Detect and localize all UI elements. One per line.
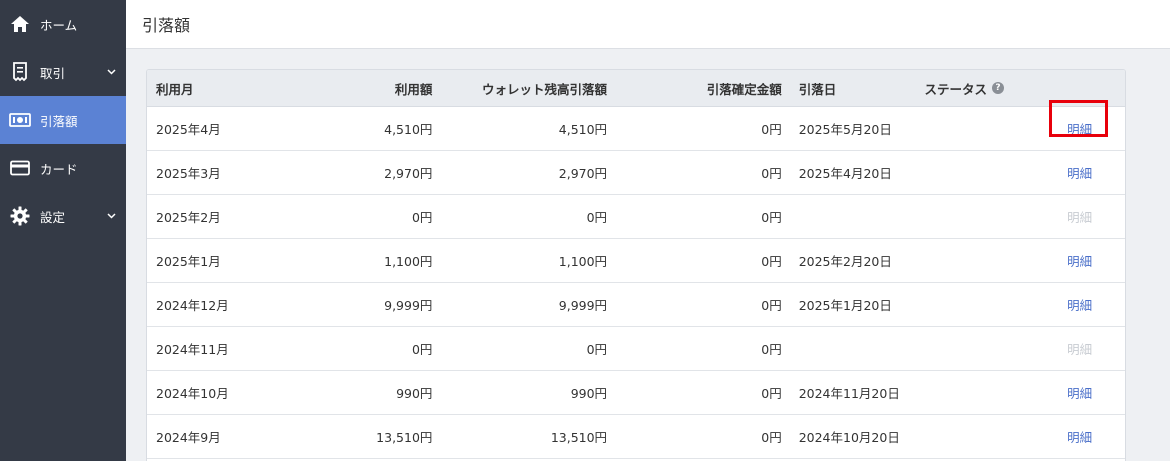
cell-month: 2025年1月 [156,254,221,269]
cell-month: 2024年12月 [156,298,229,313]
sidebar-item-label: 取引 [40,65,66,81]
cell-fixed-amount: 0円 [761,386,782,401]
sidebar-item-home[interactable]: ホーム [0,0,126,48]
cell-month: 2025年4月 [156,122,221,137]
cell-action: 明細 [1034,295,1125,314]
cell-fixed-amount: 0円 [761,342,782,357]
withdrawal-table: 利用月 利用額 ウォレット残高引落額 引落確定金額 引落日 ステータス ? 20… [146,69,1126,461]
sidebar: ホーム 取引 引落額 カード 設定 [0,0,126,461]
detail-link[interactable]: 明細 [1067,122,1092,137]
table-row: 2024年10月 990円 990円 0円 2024年11月20日 明細 [147,371,1125,415]
sidebar-item-label: カード [40,161,78,177]
receipt-icon [9,61,31,83]
cell-month: 2025年3月 [156,166,221,181]
cell-month: 2025年2月 [156,210,221,225]
table-row: 2025年2月 0円 0円 0円 明細 [147,195,1125,239]
cell-month: 2024年9月 [156,430,221,445]
detail-link: 明細 [1067,210,1093,225]
help-icon[interactable]: ? [991,82,1004,94]
cell-withdrawal-date: 2024年10月20日 [798,430,900,445]
table-row: 2025年1月 1,100円 1,100円 0円 2025年2月20日 明細 [147,239,1125,283]
cell-fixed-amount: 0円 [761,298,782,313]
table-row: 2024年9月 13,510円 13,510円 0円 2024年10月20日 明細 [147,415,1125,459]
cell-month: 2024年10月 [156,386,229,401]
cell-month: 2024年11月 [156,342,229,357]
table-row: 2025年3月 2,970円 2,970円 0円 2025年4月20日 明細 [147,151,1125,195]
cell-wallet-amount: 0円 [586,210,608,225]
cell-amount: 0円 [411,342,433,357]
sidebar-item-label: 引落額 [40,113,78,129]
column-header-fixed-amount: 引落確定金額 [706,81,782,97]
table-header-row: 利用月 利用額 ウォレット残高引落額 引落確定金額 引落日 ステータス ? [147,70,1125,107]
cell-amount: 4,510円 [384,122,433,137]
chevron-down-icon [107,211,116,220]
cell-withdrawal-date: 2025年5月20日 [798,122,892,137]
sidebar-item-label: ホーム [40,17,78,33]
sidebar-item-label: 設定 [40,209,66,225]
cell-fixed-amount: 0円 [761,254,782,269]
cell-amount: 0円 [411,210,433,225]
credit-card-icon [9,157,31,179]
cell-action: 明細 [1034,383,1125,402]
detail-link[interactable]: 明細 [1067,254,1092,269]
cell-wallet-amount: 13,510円 [550,430,608,445]
cell-amount: 1,100円 [384,254,433,269]
cell-withdrawal-date: 2024年11月20日 [798,386,900,401]
home-icon [9,13,31,35]
cell-action: 明細 [1034,207,1125,226]
table-row: 2025年4月 4,510円 4,510円 0円 2025年5月20日 明細 [147,100,1125,151]
money-icon [9,109,31,131]
cell-wallet-amount: 4,510円 [558,122,608,137]
sidebar-item-withdrawal[interactable]: 引落額 [0,96,126,144]
column-header-status-label: ステータス [924,81,987,97]
table-body: 2025年4月 4,510円 4,510円 0円 2025年5月20日 明細 2025年3月… [147,100,1125,459]
cell-withdrawal-date: 2025年4月20日 [798,166,892,181]
column-header-wallet: ウォレット残高引落額 [482,81,608,97]
cell-amount: 2,970円 [384,166,433,181]
cell-amount: 9,999円 [384,298,433,313]
table-row: 2024年12月 9,999円 9,999円 0円 2025年1月20日 明細 [147,283,1125,327]
cell-amount: 13,510円 [376,430,433,445]
detail-link[interactable]: 明細 [1067,166,1092,181]
table-row: 2024年11月 0円 0円 0円 明細 [147,327,1125,371]
cell-fixed-amount: 0円 [761,430,782,445]
gear-icon [9,205,31,227]
cell-fixed-amount: 0円 [761,122,782,137]
cell-wallet-amount: 2,970円 [558,166,608,181]
cell-action: 明細 [1034,163,1125,182]
cell-wallet-amount: 1,100円 [558,254,608,269]
cell-wallet-amount: 9,999円 [558,298,608,313]
detail-link[interactable]: 明細 [1067,386,1092,401]
column-header-date: 引落日 [798,81,837,97]
column-header-month: 利用月 [156,81,194,97]
column-header-status: ステータス ? [924,79,1034,98]
cell-action: 明細 [1034,251,1125,270]
cell-withdrawal-date: 2025年2月20日 [798,254,892,269]
sidebar-item-card[interactable]: カード [0,144,126,192]
cell-wallet-amount: 0円 [586,342,608,357]
cell-fixed-amount: 0円 [761,210,782,225]
cell-action: 明細 [1034,100,1125,138]
cell-amount: 990円 [396,386,433,401]
chevron-down-icon [107,67,116,76]
sidebar-item-settings[interactable]: 設定 [0,192,126,240]
page-header: 引落額 [126,0,1170,49]
cell-fixed-amount: 0円 [761,166,782,181]
detail-link[interactable]: 明細 [1067,430,1092,445]
column-header-amount: 利用額 [394,81,433,97]
cell-wallet-amount: 990円 [570,386,608,401]
detail-link: 明細 [1067,342,1093,357]
detail-link[interactable]: 明細 [1067,298,1092,313]
sidebar-item-transactions[interactable]: 取引 [0,48,126,96]
page-title: 引落額 [142,16,191,35]
cell-withdrawal-date: 2025年1月20日 [798,298,892,313]
cell-action: 明細 [1034,339,1125,358]
cell-action: 明細 [1034,427,1125,446]
